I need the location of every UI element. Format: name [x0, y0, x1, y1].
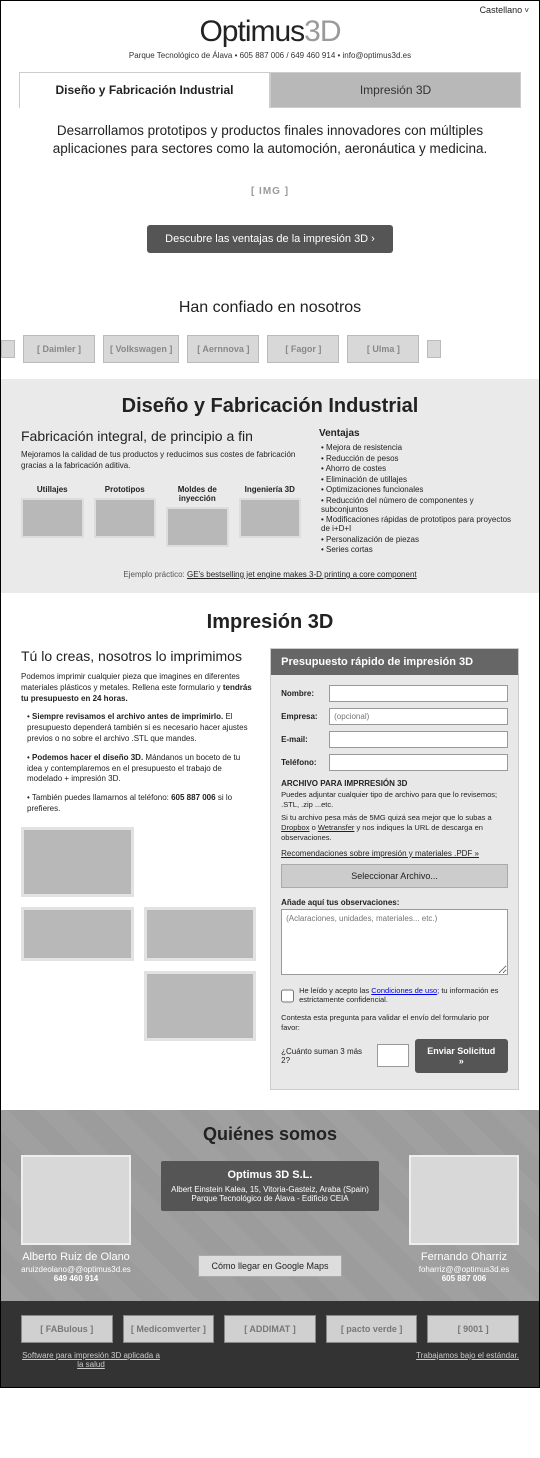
file-desc: Puedes adjuntar cualquier tipo de archiv…: [281, 790, 508, 810]
wetransfer-link[interactable]: Wetransfer: [318, 823, 355, 832]
design-thumb: [239, 498, 302, 538]
logo: Optimus3D: [1, 15, 539, 49]
person-phone: 605 887 006: [409, 1274, 519, 1283]
design-desc: Mejoramos la calidad de tus productos y …: [21, 450, 301, 471]
google-maps-button[interactable]: Cómo llegar en Google Maps: [198, 1255, 341, 1277]
person-name: Fernando Oharriz: [409, 1251, 519, 1263]
gallery-image: [144, 971, 257, 1041]
label-email: E-mail:: [281, 735, 323, 744]
file-heading: ARCHIVO PARA IMPRRESIÓN 3D: [281, 779, 508, 788]
footer-link-standard[interactable]: Trabajamos bajo el estándar.: [416, 1351, 519, 1369]
captcha-question: ¿Cuánto suman 3 más 2?: [281, 1047, 370, 1065]
gallery-image: [144, 907, 257, 961]
example-link[interactable]: GE's bestselling jet engine makes 3-D pr…: [187, 570, 417, 579]
hero-cta-button[interactable]: Descubre las ventajas de la impresión 3D…: [147, 225, 393, 253]
input-email[interactable]: [329, 731, 508, 748]
client-logo: [ Fagor ]: [267, 335, 339, 363]
footer-logo: [ ADDIMAT ]: [224, 1315, 316, 1343]
design-item-label: Utillajes: [21, 485, 84, 494]
terms-text: He leído y acepto las Condiciones de uso…: [299, 986, 508, 1006]
captcha-input[interactable]: [377, 1044, 409, 1067]
footer-logo: [ 9001 ]: [427, 1315, 519, 1343]
person-email: aruizdeolano@@optimus3d.es: [21, 1265, 131, 1274]
input-name[interactable]: [329, 685, 508, 702]
gallery-image: [21, 907, 134, 961]
example-line: Ejemplo práctico: GE's bestselling jet e…: [21, 570, 519, 579]
avatar: [21, 1155, 131, 1245]
quote-form: Presupuesto rápido de impresión 3D Nombr…: [270, 648, 519, 1090]
printing-bullet: Podemos hacer el diseño 3D. Mándanos un …: [27, 753, 256, 785]
printing-title: Impresión 3D: [21, 611, 519, 634]
client-logo: [427, 340, 441, 358]
hero-headline: Desarrollamos prototipos y productos fin…: [37, 122, 503, 158]
label-company: Empresa:: [281, 712, 323, 721]
printing-bullet: Siempre revisamos el archivo antes de im…: [27, 712, 256, 744]
input-phone[interactable]: [329, 754, 508, 771]
printing-subtitle: Tú lo creas, nosotros lo imprimimos: [21, 648, 256, 664]
client-logo: [ Volkswagen ]: [103, 335, 179, 363]
design-item-label: Ingeniería 3D: [239, 485, 302, 494]
person-card: Alberto Ruiz de Olano aruizdeolano@@opti…: [21, 1155, 131, 1283]
printing-bullet: También puedes llamarnos al teléfono: 60…: [27, 793, 256, 815]
footer-logo: [ Medicomverter ]: [123, 1315, 215, 1343]
advantages-list: Mejora de resistenciaReducción de pesos …: [319, 443, 519, 554]
about-title: Quiénes somos: [21, 1124, 519, 1145]
footer-logo: [ pacto verde ]: [326, 1315, 418, 1343]
client-logo: [ Daimler ]: [23, 335, 95, 363]
design-thumb: [21, 498, 84, 538]
file-desc2: Si tu archivo pesa más de 5MG quizá sea …: [281, 813, 508, 842]
gallery-image: [21, 827, 134, 897]
header-contact: Parque Tecnológico de Álava • 605 887 00…: [1, 51, 539, 60]
design-item-label: Moldes de inyección: [166, 485, 229, 503]
hero-image: [ IMG ]: [37, 158, 503, 225]
design-title: Diseño y Fabricación Industrial: [21, 395, 519, 418]
observations-textarea[interactable]: [281, 909, 508, 975]
language-selector[interactable]: Castellano: [480, 5, 529, 15]
file-select-button[interactable]: Seleccionar Archivo...: [281, 864, 508, 888]
person-card: Fernando Oharriz foharriz@@optimus3d.es …: [409, 1155, 519, 1283]
design-item-label: Prototipos: [94, 485, 157, 494]
submit-button[interactable]: Enviar Solicitud »: [415, 1039, 508, 1073]
terms-link[interactable]: Condiciones de uso: [371, 986, 437, 995]
label-phone: Teléfono:: [281, 758, 323, 767]
input-company[interactable]: [329, 708, 508, 725]
design-thumb: [166, 507, 229, 547]
tab-design[interactable]: Diseño y Fabricación Industrial: [19, 72, 270, 108]
terms-checkbox[interactable]: [281, 987, 294, 1006]
footer-link-software[interactable]: Software para impresión 3D aplicada a la…: [21, 1351, 161, 1369]
printing-intro: Podemos imprimir cualquier pieza que ima…: [21, 672, 256, 704]
client-logo: [1, 340, 15, 358]
observations-heading: Añade aquí tus observaciones:: [281, 898, 508, 907]
tab-printing[interactable]: Impresión 3D: [270, 72, 521, 108]
form-title: Presupuesto rápido de impresión 3D: [271, 649, 518, 675]
captcha-pretext: Contesta esta pregunta para validar el e…: [281, 1013, 508, 1033]
person-name: Alberto Ruiz de Olano: [21, 1251, 131, 1263]
dropbox-link[interactable]: Dropbox: [281, 823, 309, 832]
design-subtitle: Fabricación integral, de principio a fin: [21, 428, 301, 444]
avatar: [409, 1155, 519, 1245]
design-thumb: [94, 498, 157, 538]
client-logo: [ Ulma ]: [347, 335, 419, 363]
company-card: Optimus 3D S.L. Albert Einstein Kalea, 1…: [161, 1161, 379, 1211]
trust-title: Han confiado en nosotros: [1, 299, 539, 317]
footer-logo: [ FABulous ]: [21, 1315, 113, 1343]
recommendations-link[interactable]: Recomendaciones sobre impresión y materi…: [281, 849, 479, 858]
advantages-title: Ventajas: [319, 428, 519, 439]
client-logo: [ Aernnova ]: [187, 335, 259, 363]
person-phone: 649 460 914: [21, 1274, 131, 1283]
person-email: foharriz@@optimus3d.es: [409, 1265, 519, 1274]
label-name: Nombre:: [281, 689, 323, 698]
